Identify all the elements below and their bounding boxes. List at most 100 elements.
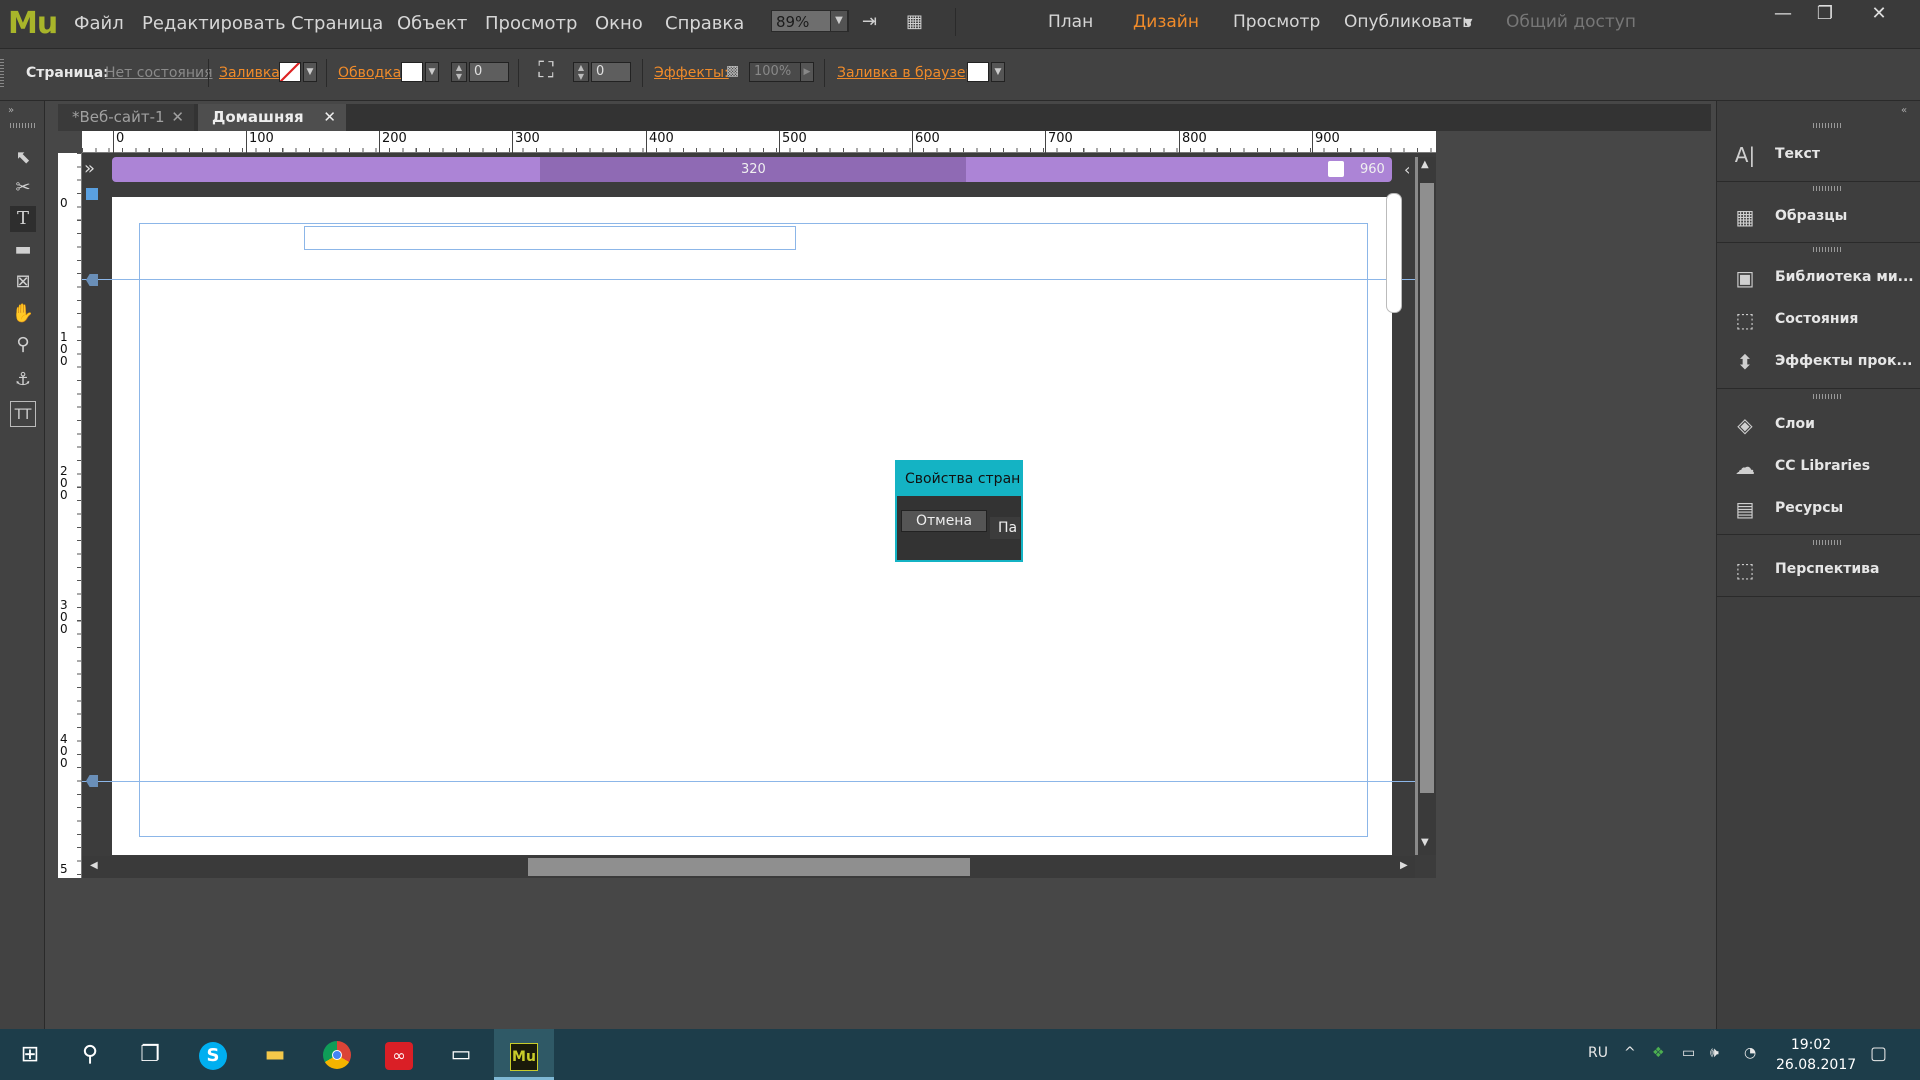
menu-view[interactable]: Просмотр bbox=[485, 13, 577, 34]
close-icon[interactable]: ✕ bbox=[323, 104, 336, 131]
scrollbar-thumb[interactable] bbox=[1420, 183, 1434, 793]
rectangle-tool-icon[interactable]: ▬ bbox=[10, 237, 36, 263]
panel-widgets-library[interactable]: ▣ Библиотека ми... bbox=[1717, 258, 1920, 298]
page-properties-dialog: Свойства стран... Па Отмена bbox=[895, 460, 1023, 562]
menu-page[interactable]: Страница bbox=[291, 13, 383, 34]
anchor-tool-icon[interactable]: ⚓ bbox=[10, 367, 36, 393]
menu-window[interactable]: Окно bbox=[595, 13, 643, 34]
panel-perspective[interactable]: ⬚ Перспектива bbox=[1717, 550, 1920, 590]
panel-text[interactable]: A| Текст bbox=[1717, 135, 1920, 175]
mode-design[interactable]: Дизайн bbox=[1133, 12, 1199, 32]
chrome-icon[interactable] bbox=[307, 1029, 367, 1080]
chevron-left-icon[interactable]: ◀ bbox=[90, 860, 98, 871]
search-icon[interactable]: ⚲ bbox=[60, 1029, 120, 1080]
mode-publish[interactable]: Опубликовать bbox=[1344, 12, 1472, 32]
breakpoint-current: 320 bbox=[741, 162, 766, 177]
horizontal-scrollbar[interactable]: ◀ ▶ bbox=[82, 856, 1415, 878]
page-state-link[interactable]: Нет состояния bbox=[105, 65, 213, 81]
cancel-button[interactable]: Отмена bbox=[901, 510, 987, 532]
chevron-double-right-icon[interactable]: » bbox=[84, 158, 95, 179]
chevron-down-icon[interactable]: ▼ bbox=[1464, 16, 1472, 29]
chevron-down-icon[interactable]: ▼ bbox=[830, 10, 848, 32]
image-frame-tool-icon[interactable]: ⊠ bbox=[10, 269, 36, 295]
menu-help[interactable]: Справка bbox=[665, 13, 744, 34]
panel-swatches[interactable]: ▦ Образцы bbox=[1717, 197, 1920, 237]
collapse-icon[interactable]: « bbox=[1901, 105, 1907, 116]
pages-icon[interactable]: ⇥ bbox=[862, 11, 877, 32]
file-explorer-icon[interactable]: ▬ bbox=[245, 1029, 305, 1080]
clock[interactable]: 19:02 26.08.2017 bbox=[1776, 1035, 1856, 1075]
chevron-up-icon[interactable]: ▲ bbox=[1421, 159, 1429, 170]
chevron-right-icon[interactable]: ▶ bbox=[800, 62, 814, 82]
selection-tool-icon[interactable]: ⬉ bbox=[10, 145, 36, 171]
text-tool-icon[interactable]: T bbox=[10, 206, 36, 232]
vertical-scrollbar-track[interactable]: ▲ ▼ bbox=[1418, 157, 1436, 855]
wifi-icon[interactable]: ◔ bbox=[1744, 1045, 1756, 1061]
stroke-stepper[interactable]: ▲ ▼ bbox=[451, 62, 467, 82]
panel-cc-libraries[interactable]: ☁ CC Libraries bbox=[1717, 447, 1920, 487]
menu-edit[interactable]: Редактировать bbox=[142, 13, 286, 34]
footer-guide[interactable] bbox=[82, 781, 1415, 782]
stroke-width-input[interactable]: 0 bbox=[469, 62, 509, 82]
crop-tool-icon[interactable]: ✂ bbox=[10, 175, 36, 201]
close-icon[interactable]: ✕ bbox=[1858, 0, 1900, 28]
header-guide[interactable] bbox=[82, 279, 1415, 280]
windows-start-icon[interactable]: ⊞ bbox=[0, 1029, 60, 1080]
corner-stepper[interactable]: ▲ ▼ bbox=[573, 62, 589, 82]
stroke-swatch[interactable] bbox=[401, 62, 423, 82]
language-indicator[interactable]: RU bbox=[1588, 1045, 1608, 1061]
chevron-down-icon[interactable]: ▼ bbox=[1421, 837, 1429, 848]
battery-icon[interactable]: ▭ bbox=[1682, 1045, 1695, 1061]
notifications-icon[interactable]: ▢ bbox=[1870, 1043, 1887, 1064]
scrollbar-thumb[interactable] bbox=[528, 858, 970, 876]
cc-libraries-icon: ☁ bbox=[1735, 455, 1755, 479]
chevron-right-icon[interactable]: ▶ bbox=[1400, 860, 1408, 871]
hand-tool-icon[interactable]: ✋ bbox=[10, 301, 36, 327]
volume-icon[interactable]: 🕪 bbox=[1710, 1045, 1719, 1061]
browser-preview-icon[interactable]: ▦ bbox=[906, 11, 923, 32]
scrollbar-thumb[interactable] bbox=[1386, 193, 1402, 313]
panel-scroll-effects[interactable]: ⬍ Эффекты прок... bbox=[1717, 342, 1920, 382]
browser-fill-link[interactable]: Заливка в браузере bbox=[837, 65, 983, 81]
panel-states[interactable]: ⬚ Состояния bbox=[1717, 300, 1920, 340]
breakpoint-marker-icon[interactable] bbox=[1328, 161, 1344, 177]
skype-icon[interactable]: S bbox=[183, 1029, 243, 1080]
dropbox-icon[interactable]: ❖ bbox=[1652, 1045, 1665, 1061]
minimize-icon[interactable]: — bbox=[1762, 0, 1804, 28]
panel-layers[interactable]: ◈ Слои bbox=[1717, 405, 1920, 445]
restore-icon[interactable]: ❐ bbox=[1804, 0, 1846, 28]
taskbar: ⊞ ⚲ ❐ S ▬ ∞ ▭ Mu RU ^ ❖ ▭ 🕪 ◔ 19:02 26.0… bbox=[0, 1029, 1920, 1080]
tab-website[interactable]: *Веб-сайт-1 ✕ bbox=[58, 104, 194, 131]
stroke-link[interactable]: Обводка: bbox=[338, 65, 406, 81]
close-icon[interactable]: ✕ bbox=[171, 104, 184, 131]
corner-radius-input[interactable]: 0 bbox=[591, 62, 631, 82]
chevron-left-icon[interactable]: ‹ bbox=[1404, 160, 1410, 179]
tab-home[interactable]: Домашняя ✕ bbox=[198, 104, 346, 131]
fill-swatch[interactable] bbox=[279, 62, 301, 82]
text-frame-tool-icon[interactable]: TT bbox=[10, 401, 36, 427]
expand-icon[interactable]: » bbox=[8, 105, 14, 116]
mode-preview[interactable]: Просмотр bbox=[1233, 12, 1320, 32]
muse-taskbar-icon[interactable]: Mu bbox=[494, 1029, 554, 1080]
effects-link[interactable]: Эффекты: bbox=[654, 65, 729, 81]
guide-handle-icon[interactable] bbox=[86, 188, 98, 200]
chevron-down-icon[interactable]: ▼ bbox=[303, 62, 317, 82]
task-view-icon[interactable]: ❐ bbox=[120, 1029, 180, 1080]
text-frame[interactable] bbox=[304, 226, 796, 250]
horizontal-ruler: 0 100 200 300 400 500 600 700 800 900 bbox=[82, 131, 1436, 153]
opacity-input[interactable]: 100% bbox=[749, 62, 801, 82]
menu-object[interactable]: Объект bbox=[397, 13, 467, 34]
panel-assets[interactable]: ▤ Ресурсы bbox=[1717, 489, 1920, 529]
menu-file[interactable]: Файл bbox=[74, 13, 124, 34]
chevron-down-icon[interactable]: ▼ bbox=[991, 62, 1005, 82]
chevron-up-icon[interactable]: ^ bbox=[1624, 1045, 1636, 1061]
fill-link[interactable]: Заливка: bbox=[219, 65, 285, 81]
browser-fill-swatch[interactable] bbox=[967, 62, 989, 82]
mode-plan[interactable]: План bbox=[1048, 12, 1093, 32]
creative-cloud-icon[interactable]: ∞ bbox=[369, 1029, 429, 1080]
zoom-tool-icon[interactable]: ⚲ bbox=[10, 332, 36, 358]
dialog-tab[interactable]: Па bbox=[990, 517, 1020, 539]
chevron-down-icon[interactable]: ▼ bbox=[425, 62, 439, 82]
right-panels: « A| Текст ▦ Образцы ▣ Библиотека ми... … bbox=[1716, 101, 1920, 1029]
app-window-icon[interactable]: ▭ bbox=[431, 1029, 491, 1080]
